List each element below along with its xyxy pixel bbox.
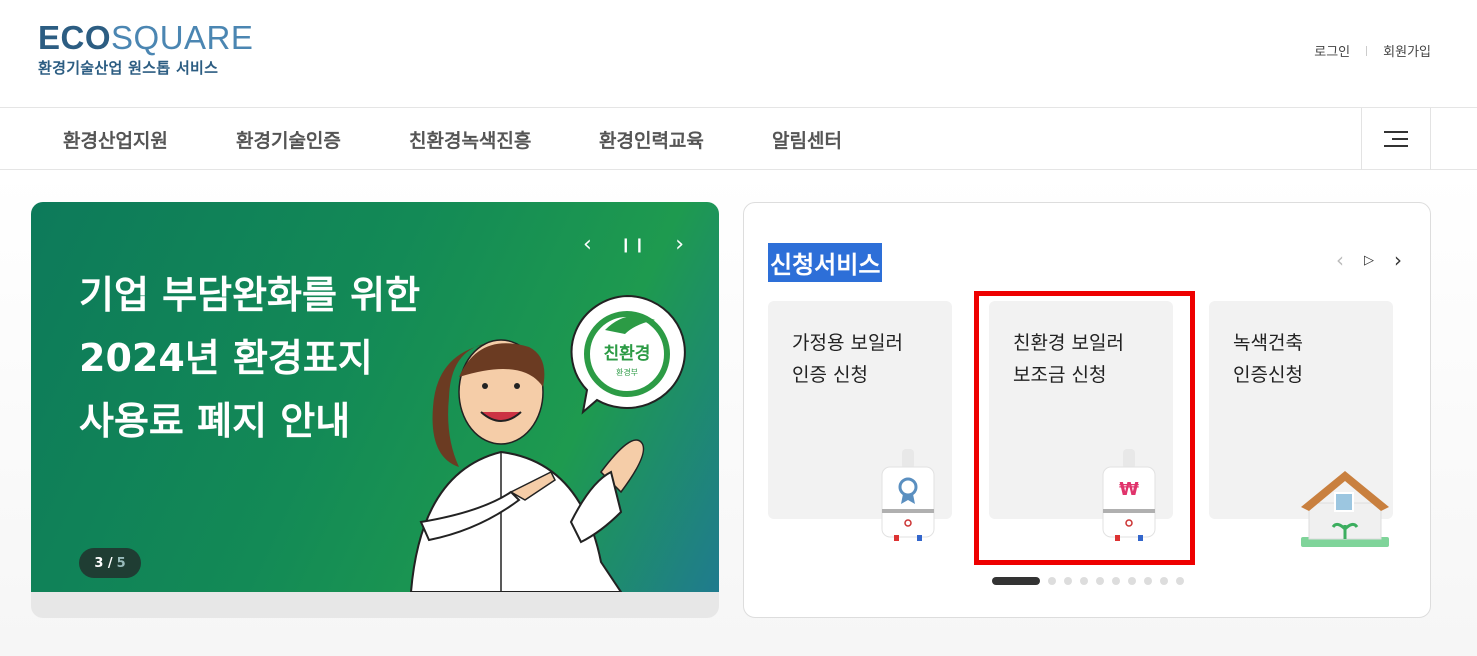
service-card-line: 인증 신청 [792, 364, 868, 386]
all-menu-button[interactable] [1361, 108, 1431, 170]
services-play-icon[interactable]: ▷ [1364, 253, 1374, 268]
panel-title: 신청서비스 [768, 243, 883, 282]
nav-industry-support[interactable]: 환경산업지원 [63, 126, 168, 153]
service-card-household-boiler[interactable]: 가정용 보일러 인증 신청 [768, 301, 952, 541]
pager-dot[interactable] [1096, 577, 1104, 585]
highlight-box [974, 291, 1195, 565]
services-pager [992, 577, 1184, 585]
green-house-icon [1301, 471, 1389, 547]
banner-next-icon[interactable]: › [675, 232, 684, 257]
service-card-line: 인증신청 [1233, 364, 1303, 386]
banner-prev-icon[interactable]: ‹ [583, 232, 592, 257]
services-prev-icon[interactable]: ‹ [1336, 248, 1344, 272]
service-card-label: 녹색건축 인증신청 [1233, 327, 1303, 391]
slide-counter: 3 /5 [79, 548, 141, 578]
util-divider [1366, 45, 1368, 56]
services-next-icon[interactable]: › [1394, 248, 1402, 272]
slide-counter-total: 5 [116, 555, 126, 571]
logo-tagline: 환경기술산업 원스톱 서비스 [38, 59, 219, 77]
pager-dot[interactable] [1176, 577, 1184, 585]
main-banner[interactable]: ‹ ❙❙ › 기업 부담완화를 위한 2024년 환경표지 사용료 폐지 안내 … [31, 202, 719, 618]
pager-dot[interactable] [1144, 577, 1152, 585]
banner-slide: ‹ ❙❙ › 기업 부담완화를 위한 2024년 환경표지 사용료 폐지 안내 … [31, 202, 719, 592]
nav-green-promotion[interactable]: 친환경녹색진흥 [409, 126, 531, 153]
pager-dot[interactable] [1128, 577, 1136, 585]
services-controls: ‹ ▷ › [1336, 248, 1402, 272]
pager-dot[interactable] [1112, 577, 1120, 585]
service-card-line: 녹색건축 [1233, 332, 1303, 354]
pager-dot[interactable] [1160, 577, 1168, 585]
login-link[interactable]: 로그인 [1314, 41, 1350, 60]
utility-links: 로그인 회원가입 [1314, 41, 1431, 60]
pager-dot[interactable] [1048, 577, 1056, 585]
nav-education[interactable]: 환경인력교육 [599, 126, 704, 153]
pager-dot[interactable] [1080, 577, 1088, 585]
service-card-label: 가정용 보일러 인증 신청 [792, 327, 903, 391]
logo-wordmark: ECOSQUARE [38, 20, 253, 56]
hamburger-icon [1384, 126, 1408, 152]
banner-controls: ‹ ❙❙ › [583, 232, 684, 257]
pager-dot[interactable] [1064, 577, 1072, 585]
site-header: ECOSQUARE 환경기술산업 원스톱 서비스 로그인 회원가입 [0, 0, 1477, 107]
pager-dot[interactable] [992, 577, 1040, 585]
slide-counter-current: 3 / [94, 555, 113, 571]
service-card-green-building[interactable]: 녹색건축 인증신청 [1209, 301, 1393, 547]
service-card-line: 가정용 보일러 [792, 332, 903, 354]
woman-illustration-icon [409, 339, 645, 592]
logo-square: SQUARE [111, 19, 254, 56]
site-logo[interactable]: ECOSQUARE 환경기술산업 원스톱 서비스 [38, 20, 253, 78]
main-navigation: 환경산업지원 환경기술인증 친환경녹색진흥 환경인력교육 알림센터 [0, 107, 1477, 170]
nav-notice-center[interactable]: 알림센터 [772, 126, 842, 153]
signup-link[interactable]: 회원가입 [1383, 41, 1431, 60]
banner-pause-icon[interactable]: ❙❙ [620, 237, 647, 253]
banner-title-line: 기업 부담완화를 위한 [79, 273, 421, 317]
boiler-medal-icon [881, 449, 935, 541]
nav-tech-certification[interactable]: 환경기술인증 [236, 126, 341, 153]
logo-eco: ECO [38, 19, 112, 56]
